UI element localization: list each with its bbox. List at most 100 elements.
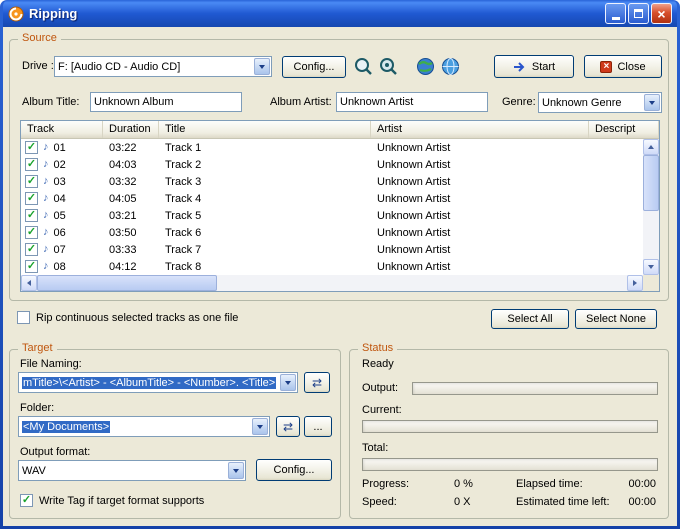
cd-lookup-icon[interactable]: [354, 57, 373, 76]
minimize-icon: [612, 17, 620, 20]
total-progress-bar: [362, 458, 658, 471]
track-title: Track 5: [159, 210, 371, 222]
source-config-button[interactable]: Config...: [282, 56, 346, 78]
check-icon: ✓: [27, 193, 36, 204]
track-checkbox[interactable]: ✓: [25, 192, 38, 205]
track-title: Track 4: [159, 193, 371, 205]
scroll-left-icon[interactable]: [21, 275, 37, 291]
check-icon: ✓: [27, 159, 36, 170]
horizontal-scrollbar[interactable]: [21, 275, 643, 291]
close-button[interactable]: × Close: [584, 55, 662, 78]
table-row[interactable]: ✓ ♪ 06 03:50 Track 6 Unknown Artist: [21, 224, 643, 241]
web-globe-icon[interactable]: [416, 57, 435, 76]
track-checkbox[interactable]: ✓: [25, 243, 38, 256]
chevron-down-icon[interactable]: [254, 58, 270, 75]
table-row[interactable]: ✓ ♪ 08 04:12 Track 8 Unknown Artist: [21, 258, 643, 275]
write-tag-checkbox[interactable]: ✓: [20, 494, 33, 507]
select-all-button[interactable]: Select All: [491, 309, 569, 329]
track-title: Track 1: [159, 142, 371, 154]
scroll-right-icon[interactable]: [627, 275, 643, 291]
track-artist: Unknown Artist: [371, 176, 589, 188]
track-checkbox[interactable]: ✓: [25, 260, 38, 273]
horizontal-scroll-thumb[interactable]: [37, 275, 217, 291]
current-progress-label: Current:: [362, 404, 402, 416]
dialog-body: Source Drive : F: [Audio CD - Audio CD] …: [3, 27, 677, 526]
track-artist: Unknown Artist: [371, 159, 589, 171]
start-arrow-icon: [513, 62, 527, 72]
chevron-down-icon[interactable]: [280, 374, 296, 391]
browse-folder-button[interactable]: ...: [304, 416, 332, 437]
write-tag-label: Write Tag if target format supports: [39, 495, 204, 507]
col-artist[interactable]: Artist: [371, 121, 589, 138]
table-row[interactable]: ✓ ♪ 01 03:22 Track 1 Unknown Artist: [21, 139, 643, 156]
table-row[interactable]: ✓ ♪ 05 03:21 Track 5 Unknown Artist: [21, 207, 643, 224]
track-table-header[interactable]: Track Duration Title Artist Descript: [21, 121, 659, 139]
music-note-icon: ♪: [43, 210, 49, 221]
scroll-up-icon[interactable]: [643, 139, 659, 155]
vertical-scrollbar[interactable]: [643, 139, 659, 275]
online-lookup-icon[interactable]: [441, 57, 460, 76]
album-title-input[interactable]: Unknown Album: [90, 92, 242, 112]
output-progress-bar: [412, 382, 658, 395]
table-row[interactable]: ✓ ♪ 04 04:05 Track 4 Unknown Artist: [21, 190, 643, 207]
music-note-icon: ♪: [43, 142, 49, 153]
folder-select[interactable]: <My Documents>: [18, 416, 270, 437]
drive-select[interactable]: F: [Audio CD - Audio CD]: [54, 56, 272, 77]
elapsed-time-value: 00:00: [628, 478, 656, 490]
table-row[interactable]: ✓ ♪ 02 04:03 Track 2 Unknown Artist: [21, 156, 643, 173]
ripping-window: Ripping × Source Drive : F: [Audio CD - …: [0, 0, 680, 529]
check-icon: ✓: [27, 227, 36, 238]
track-duration: 04:03: [103, 159, 159, 171]
cd-search-icon[interactable]: [379, 57, 398, 76]
col-title[interactable]: Title: [159, 121, 371, 138]
table-row[interactable]: ✓ ♪ 07 03:33 Track 7 Unknown Artist: [21, 241, 643, 258]
file-naming-select[interactable]: mTitle>\<Artist> - <AlbumTitle> - <Numbe…: [18, 372, 298, 393]
output-format-select[interactable]: WAV: [18, 460, 246, 481]
album-artist-label: Album Artist:: [270, 96, 332, 108]
rip-continuous-option[interactable]: Rip continuous selected tracks as one fi…: [17, 311, 238, 324]
track-duration: 03:22: [103, 142, 159, 154]
file-naming-refresh-button[interactable]: ⇄: [304, 372, 330, 393]
close-icon: ×: [657, 7, 665, 21]
titlebar: Ripping ×: [3, 0, 677, 27]
format-config-button[interactable]: Config...: [256, 459, 332, 481]
table-row[interactable]: ✓ ♪ 03 03:32 Track 3 Unknown Artist: [21, 173, 643, 190]
track-artist: Unknown Artist: [371, 193, 589, 205]
track-checkbox[interactable]: ✓: [25, 175, 38, 188]
drive-label: Drive :: [22, 60, 54, 72]
start-button[interactable]: Start: [494, 55, 574, 78]
status-state: Ready: [362, 358, 394, 370]
track-checkbox[interactable]: ✓: [25, 226, 38, 239]
chevron-down-icon[interactable]: [644, 94, 660, 111]
maximize-button[interactable]: [628, 3, 649, 24]
speed-label: Speed:: [362, 496, 397, 508]
folder-refresh-button[interactable]: ⇄: [276, 416, 300, 437]
vertical-scroll-thumb[interactable]: [643, 155, 659, 211]
scroll-down-icon[interactable]: [643, 259, 659, 275]
track-checkbox[interactable]: ✓: [25, 158, 38, 171]
window-close-button[interactable]: ×: [651, 3, 672, 24]
rip-continuous-label: Rip continuous selected tracks as one fi…: [36, 312, 238, 324]
album-artist-input[interactable]: Unknown Artist: [336, 92, 488, 112]
col-track[interactable]: Track: [21, 121, 103, 138]
minimize-button[interactable]: [605, 3, 626, 24]
music-note-icon: ♪: [43, 193, 49, 204]
source-group-label: Source: [18, 32, 61, 44]
chevron-down-icon[interactable]: [228, 462, 244, 479]
rip-continuous-checkbox[interactable]: [17, 311, 30, 324]
col-description[interactable]: Descript: [589, 121, 659, 138]
genre-select[interactable]: Unknown Genre: [538, 92, 662, 113]
track-checkbox[interactable]: ✓: [25, 209, 38, 222]
track-table: Track Duration Title Artist Descript ✓ ♪…: [20, 120, 660, 292]
write-tag-option[interactable]: ✓ Write Tag if target format supports: [20, 494, 204, 507]
track-duration: 03:32: [103, 176, 159, 188]
track-checkbox[interactable]: ✓: [25, 141, 38, 154]
col-duration[interactable]: Duration: [103, 121, 159, 138]
file-naming-label: File Naming:: [20, 358, 82, 370]
music-note-icon: ♪: [43, 227, 49, 238]
target-group: Target File Naming: mTitle>\<Artist> - <…: [9, 349, 341, 519]
album-title-label: Album Title:: [22, 96, 79, 108]
select-none-button[interactable]: Select None: [575, 309, 657, 329]
chevron-down-icon[interactable]: [252, 418, 268, 435]
speed-value: 0 X: [454, 496, 471, 508]
